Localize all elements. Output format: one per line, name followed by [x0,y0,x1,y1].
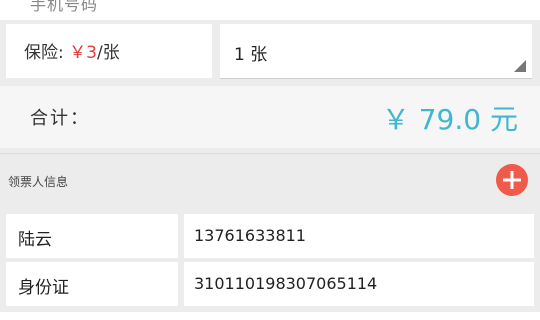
insurance-label-prefix: 保险: [24,43,70,63]
dropdown-corner-icon [514,60,526,72]
next-row-partial [0,312,540,320]
insurance-row: 保险: ￥3/张 1 张 [0,22,540,82]
insurance-quantity-value: 1 张 [234,45,268,65]
total-row: 合计： ￥ 79.0 元 [0,86,540,148]
section-title: 领票人信息 [8,175,69,189]
id-number-cell[interactable]: 310110198307065114 [184,262,534,306]
ticket-holder-table: 陆云 13761633811 身份证 310110198307065114 [6,214,534,310]
holder-name-cell: 陆云 [6,214,178,258]
insurance-price: ￥3 [69,43,97,63]
id-number: 310110198307065114 [194,274,378,293]
previous-row-partial: 手机号码 [0,0,540,20]
ticket-order-screen: 手机号码 保险: ￥3/张 1 张 合计： ￥ 79.0 元 领票人信息 陆云 … [0,0,540,320]
table-row: 身份证 310110198307065114 [6,262,534,306]
id-type-cell: 身份证 [6,262,178,306]
insurance-label-suffix: /张 [96,43,120,63]
insurance-label-box: 保险: ￥3/张 [6,24,212,78]
add-ticket-holder-button[interactable] [496,164,528,196]
previous-row-text: 手机号码 [30,0,99,14]
insurance-quantity-select[interactable]: 1 张 [220,24,532,79]
holder-phone: 13761633811 [194,226,306,245]
holder-phone-cell[interactable]: 13761633811 [184,214,534,258]
ticket-holder-section-header: 领票人信息 [0,153,540,208]
holder-name: 陆云 [18,230,52,250]
insurance-label: 保险: ￥3/张 [24,38,120,63]
id-type-label: 身份证 [18,278,69,298]
table-row: 陆云 13761633811 [6,214,534,258]
total-label: 合计： [30,108,90,129]
total-amount: ￥ 79.0 元 [381,103,518,136]
